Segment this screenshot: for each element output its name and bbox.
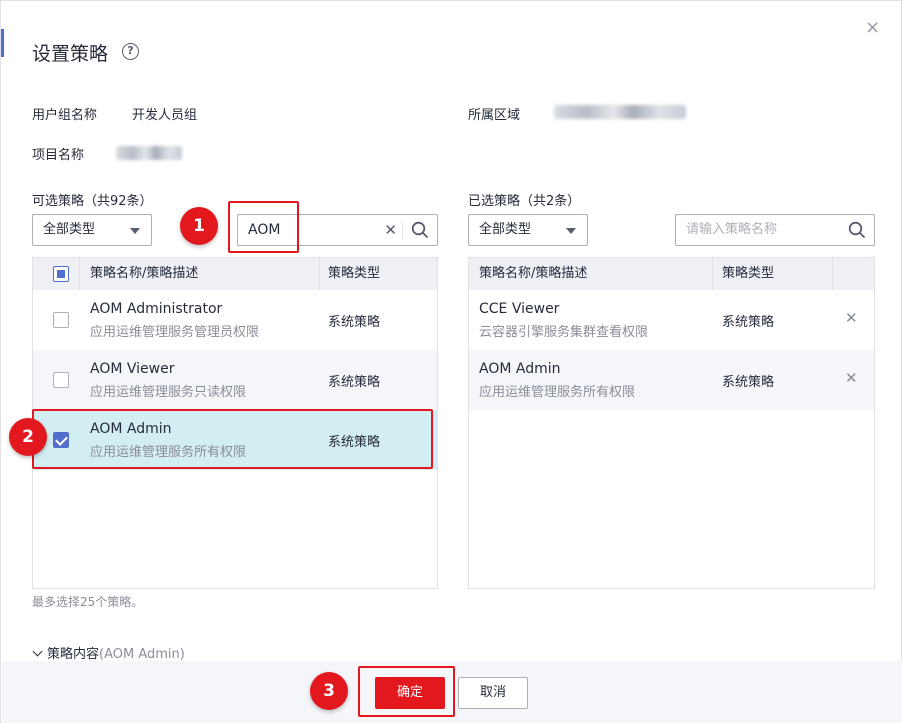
selected-policies-label: 已选策略（共2条） — [468, 194, 581, 209]
step-badge-1: 1 — [180, 207, 218, 245]
caret-down-icon — [566, 228, 576, 234]
available-type-select-value: 全部类型 — [43, 222, 96, 237]
policy-name: AOM Admin — [479, 361, 561, 377]
set-policy-dialog: 设置策略 ? × 用户组名称 开发人员组 所属区域 项目名称 可选策略（共92条… — [0, 0, 902, 723]
region-label: 所属区域 — [468, 108, 521, 123]
column-header-type: 策略类型 — [722, 266, 775, 281]
column-separator — [319, 258, 320, 290]
table-row: AOM Admin 应用运维管理服务所有权限 系统策略 ✕ — [469, 350, 874, 410]
policy-content-label: 策略内容 — [47, 647, 100, 662]
caret-down-icon — [130, 228, 140, 234]
policy-description: 应用运维管理服务所有权限 — [90, 445, 247, 460]
policy-content-toggle[interactable]: 策略内容(AOM Admin) — [32, 643, 185, 662]
policy-type: 系统策略 — [722, 375, 775, 390]
group-name-label: 用户组名称 — [32, 108, 98, 123]
policy-name: AOM Admin — [90, 421, 172, 437]
column-header-name: 策略名称/策略描述 — [479, 266, 588, 281]
column-separator — [712, 258, 713, 290]
policy-description: 应用运维管理服务管理员权限 — [90, 325, 260, 340]
policy-description: 应用运维管理服务只读权限 — [90, 385, 247, 400]
help-circle-icon[interactable]: ? — [122, 43, 139, 60]
policy-name: AOM Viewer — [90, 361, 175, 377]
policy-name: AOM Administrator — [90, 301, 223, 317]
table-row[interactable]: AOM Admin 应用运维管理服务所有权限 系统策略 — [33, 410, 437, 470]
table-row: CCE Viewer 云容器引擎服务集群查看权限 系统策略 ✕ — [469, 290, 874, 350]
search-divider — [402, 222, 403, 239]
step-badge-2: 2 — [9, 418, 47, 456]
project-name-value-redacted — [116, 146, 182, 160]
dialog-title: 设置策略 — [32, 43, 109, 65]
column-separator — [79, 258, 80, 290]
available-policies-label: 可选策略（共92条） — [32, 194, 153, 209]
selected-type-select-value: 全部类型 — [479, 222, 532, 237]
chevron-down-icon — [32, 646, 43, 657]
clear-icon[interactable]: ✕ — [384, 215, 397, 245]
row-checkbox-checked[interactable] — [53, 432, 69, 448]
remove-icon[interactable]: ✕ — [845, 369, 858, 387]
policy-name: CCE Viewer — [479, 301, 560, 317]
remove-icon[interactable]: ✕ — [845, 309, 858, 327]
table-row[interactable]: AOM Viewer 应用运维管理服务只读权限 系统策略 — [33, 350, 437, 410]
available-search-value: AOM — [248, 222, 281, 238]
policy-type: 系统策略 — [328, 435, 381, 450]
available-search-input[interactable]: AOM ✕ — [237, 214, 438, 246]
table-row[interactable]: AOM Administrator 应用运维管理服务管理员权限 系统策略 — [33, 290, 437, 350]
table-header: 策略名称/策略描述 策略类型 — [33, 258, 437, 290]
column-header-name: 策略名称/策略描述 — [90, 266, 199, 281]
policy-type: 系统策略 — [722, 315, 775, 330]
select-all-checkbox[interactable] — [53, 266, 69, 282]
available-policies-table: 策略名称/策略描述 策略类型 AOM Administrator 应用运维管理服… — [32, 257, 438, 589]
available-type-select[interactable]: 全部类型 — [32, 214, 152, 246]
column-header-type: 策略类型 — [328, 266, 381, 281]
title-accent-bar — [1, 29, 4, 57]
table-header: 策略名称/策略描述 策略类型 — [469, 258, 874, 290]
project-name-label: 项目名称 — [32, 148, 85, 163]
close-icon[interactable]: × — [865, 17, 880, 38]
selected-type-select[interactable]: 全部类型 — [468, 214, 588, 246]
policy-description: 云容器引擎服务集群查看权限 — [479, 325, 649, 340]
step-badge-3: 3 — [310, 672, 348, 710]
row-checkbox[interactable] — [53, 312, 69, 328]
region-value-redacted — [554, 105, 686, 119]
selected-policies-table: 策略名称/策略描述 策略类型 CCE Viewer 云容器引擎服务集群查看权限 … — [468, 257, 875, 589]
max-selection-hint: 最多选择25个策略。 — [32, 595, 144, 609]
search-icon[interactable] — [411, 221, 429, 239]
search-icon[interactable] — [848, 221, 866, 239]
group-name-value: 开发人员组 — [132, 108, 198, 123]
selected-search-placeholder: 请输入策略名称 — [686, 222, 778, 237]
policy-content-sub: (AOM Admin) — [99, 647, 185, 662]
policy-description: 应用运维管理服务所有权限 — [479, 385, 636, 400]
row-checkbox[interactable] — [53, 372, 69, 388]
policy-type: 系统策略 — [328, 375, 381, 390]
column-separator — [832, 258, 833, 290]
cancel-button[interactable]: 取消 — [458, 677, 528, 709]
policy-type: 系统策略 — [328, 315, 381, 330]
dialog-footer — [2, 661, 902, 723]
confirm-button[interactable]: 确定 — [375, 677, 445, 709]
selected-search-input[interactable]: 请输入策略名称 — [675, 214, 875, 246]
